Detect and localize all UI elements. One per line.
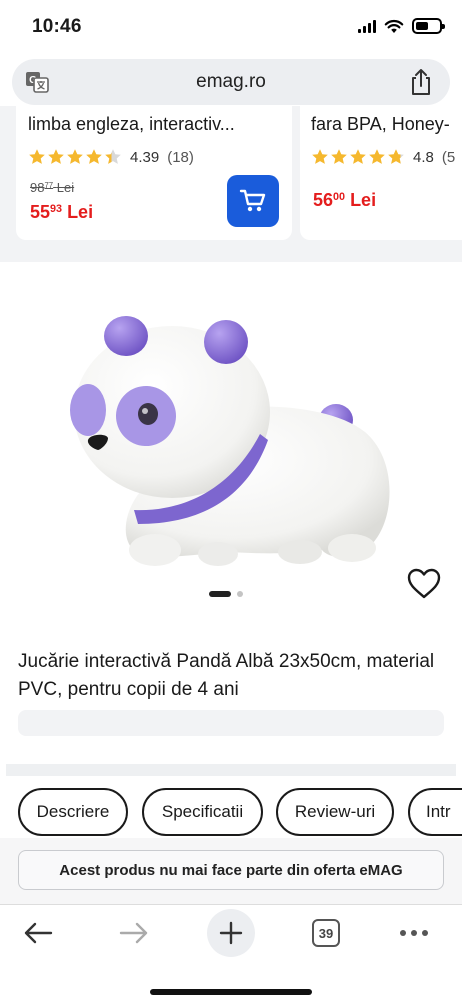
browser-toolbar: 39 [0, 904, 462, 1000]
carousel-indicator[interactable] [209, 591, 243, 597]
star-icon [67, 149, 83, 164]
tab-specificatii[interactable]: Specificatii [142, 788, 263, 836]
old-price: 9877 Lei [30, 180, 75, 195]
recommendation-card[interactable]: limba engleza, interactiv... 4.39 (18) 9… [16, 106, 292, 240]
home-indicator [150, 989, 312, 995]
review-count: (5 [441, 148, 456, 166]
plus-icon [219, 921, 243, 945]
rating-stars [311, 148, 405, 166]
rating: 4.8 (5 [311, 148, 455, 166]
recommendation-title[interactable]: limba engleza, interactiv... [28, 114, 235, 135]
status-time: 10:46 [32, 16, 82, 37]
back-button[interactable] [14, 909, 62, 957]
product-title: Jucărie interactivă Pandă Albă 23x50cm, … [18, 651, 435, 700]
current-price: 5593 Lei [30, 202, 94, 222]
tabs-button[interactable]: 39 [302, 909, 350, 957]
cart-icon [239, 189, 266, 212]
tab-intrebari[interactable]: Intr [408, 788, 462, 836]
forward-button[interactable] [110, 909, 158, 957]
recommendation-title[interactable]: fara BPA, Honey- [311, 114, 450, 135]
star-icon [86, 149, 102, 164]
unavailable-notice: Acest produs nu mai face parte din ofert… [18, 850, 444, 890]
tab-descriere[interactable]: Descriere [18, 788, 128, 836]
arrow-right-icon [119, 922, 148, 944]
rating-value: 4.8 [413, 148, 434, 166]
section-divider [6, 764, 456, 776]
heart-icon[interactable] [406, 566, 442, 602]
status-bar: 10:46 [0, 0, 462, 56]
tab-review-uri[interactable]: Review-uri [276, 788, 394, 836]
tab-count: 39 [312, 919, 340, 947]
star-icon [388, 149, 404, 164]
star-icon [350, 149, 366, 164]
new-tab-button[interactable] [207, 909, 255, 957]
menu-button[interactable] [390, 909, 438, 957]
url-text[interactable]: emag.ro [196, 71, 266, 93]
star-icon [29, 149, 45, 164]
cellular-signal-icon [358, 19, 376, 33]
arrow-left-icon [24, 922, 53, 944]
star-icon [369, 149, 385, 164]
address-bar[interactable]: G emag.ro [12, 59, 450, 105]
battery-icon [412, 18, 445, 34]
star-icon [48, 149, 64, 164]
star-icon [105, 149, 121, 164]
loading-placeholder [18, 710, 444, 736]
rating: 4.39 (18) [28, 148, 194, 166]
carousel-dot[interactable] [237, 591, 243, 597]
status-icons [358, 18, 445, 34]
recommendation-card[interactable]: fara BPA, Honey- 4.8 (5 5600 Lei [300, 106, 462, 240]
more-dots-icon [400, 930, 428, 936]
product-gallery[interactable] [0, 262, 462, 612]
add-to-cart-button[interactable] [227, 175, 279, 227]
wifi-icon [384, 19, 404, 33]
rating-stars [28, 148, 122, 166]
rating-value: 4.39 [130, 148, 160, 166]
review-count: (18) [167, 148, 194, 166]
product-image[interactable] [60, 292, 400, 592]
star-icon [312, 149, 328, 164]
carousel-dot-active[interactable] [209, 591, 231, 597]
product-tabs: Descriere Specificatii Review-uri Intr [18, 788, 462, 838]
star-icon [331, 149, 347, 164]
translate-icon[interactable]: G [25, 70, 49, 94]
current-price: 5600 Lei [313, 190, 377, 210]
share-icon[interactable] [409, 68, 433, 96]
